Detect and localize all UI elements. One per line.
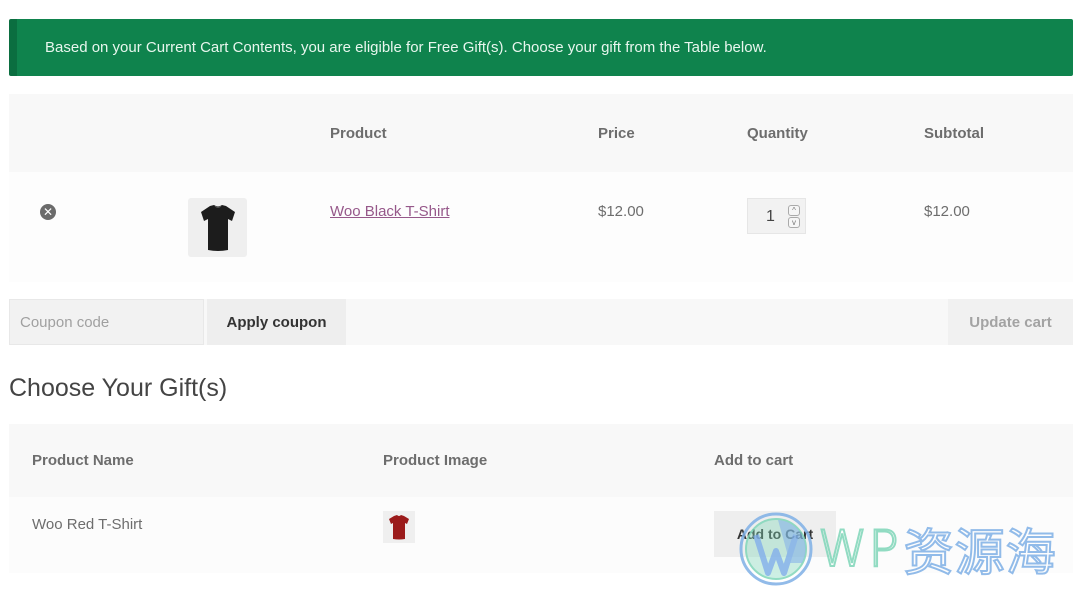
notice-message: Based on your Current Cart Contents, you… [45,39,767,56]
cart-item-row: ✕ Woo Black T-Shirt $12.00 1 ^ v $12.00 [9,172,1073,282]
free-gift-notice: Based on your Current Cart Contents, you… [9,19,1073,76]
remove-item-button[interactable]: ✕ [40,204,56,220]
quantity-value[interactable]: 1 [766,208,775,226]
cart-table: Product Price Quantity Subtotal ✕ Woo Bl… [9,94,1073,282]
gift-table-header: Product Name Product Image Add to cart [9,424,1073,497]
gift-product-thumbnail [383,511,415,543]
product-price: $12.00 [598,203,644,220]
product-name-link[interactable]: Woo Black T-Shirt [330,203,450,220]
quantity-stepper[interactable]: 1 ^ v [747,198,806,234]
gift-item-row: Woo Red T-Shirt Add to Cart [9,497,1073,573]
cart-table-header: Product Price Quantity Subtotal [9,94,1073,172]
red-tshirt-icon [389,515,409,540]
header-product: Product [330,125,387,142]
update-cart-button[interactable]: Update cart [948,299,1073,345]
header-quantity: Quantity [747,125,808,142]
header-product-name: Product Name [32,452,134,469]
black-tshirt-icon [200,204,235,251]
header-price: Price [598,125,635,142]
apply-coupon-button[interactable]: Apply coupon [207,299,346,345]
decrement-chevron-down-icon[interactable]: v [788,217,800,228]
remove-circle-icon: ✕ [42,205,54,219]
coupon-code-input[interactable] [9,299,204,345]
cart-page: Based on your Current Cart Contents, you… [0,0,1080,608]
header-add-to-cart: Add to cart [714,452,794,469]
increment-chevron-up-icon[interactable]: ^ [788,205,800,216]
gift-section-heading: Choose Your Gift(s) [9,374,228,402]
product-subtotal: $12.00 [924,203,970,220]
header-product-image: Product Image [383,452,488,469]
gift-table: Product Name Product Image Add to cart W… [9,424,1073,573]
quantity-spinner: ^ v [788,205,800,229]
gift-add-to-cart-button[interactable]: Add to Cart [714,511,836,557]
product-thumbnail[interactable] [188,198,247,257]
header-subtotal: Subtotal [924,125,984,142]
gift-product-name: Woo Red T-Shirt [32,516,143,533]
cart-actions: Apply coupon Update cart [9,299,1073,345]
